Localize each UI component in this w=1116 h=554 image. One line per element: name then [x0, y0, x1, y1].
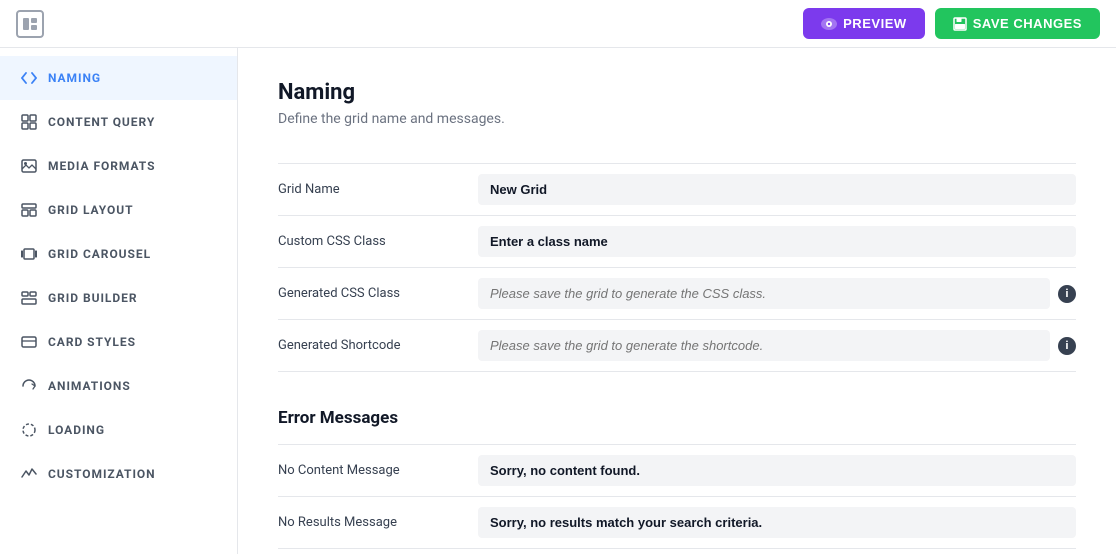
eye-icon	[821, 18, 837, 30]
main-content: Naming Define the grid name and messages…	[238, 48, 1116, 554]
sidebar-toggle-icon[interactable]	[16, 10, 44, 38]
sidebar-item-animations[interactable]: ANIMATIONS	[0, 364, 237, 408]
topbar-left	[16, 10, 44, 38]
sidebar: NAMING CONTENT QUERY MEDI	[0, 48, 238, 554]
form-label: No Results Message	[278, 515, 478, 530]
form-field	[478, 226, 1076, 257]
form-label: Generated CSS Class	[278, 286, 478, 301]
code-icon	[20, 69, 38, 87]
page-title: Naming	[278, 80, 1076, 105]
form-row: Generated Shortcode i	[278, 320, 1076, 372]
sidebar-item-label: CARD STYLES	[48, 335, 136, 349]
sidebar-item-label: CONTENT QUERY	[48, 115, 155, 129]
sidebar-item-grid-carousel[interactable]: GRID CAROUSEL	[0, 232, 237, 276]
form-label: Custom CSS Class	[278, 234, 478, 249]
form-label: No Content Message	[278, 463, 478, 478]
form-input[interactable]	[478, 507, 1076, 538]
form-field	[478, 507, 1076, 538]
error-form-row: No Results Message	[278, 497, 1076, 549]
form-field	[478, 455, 1076, 486]
sidebar-item-grid-builder[interactable]: GRID BUILDER	[0, 276, 237, 320]
form-field	[478, 174, 1076, 205]
sidebar-item-label: ANIMATIONS	[48, 379, 131, 393]
sidebar-item-label: CUSTOMIZATION	[48, 467, 156, 481]
card-icon	[20, 333, 38, 351]
naming-form-section: Grid Name Custom CSS Class Generated CSS C…	[278, 163, 1076, 372]
form-label: Grid Name	[278, 182, 478, 197]
sidebar-item-label: GRID LAYOUT	[48, 203, 134, 217]
sidebar-item-naming[interactable]: NAMING	[0, 56, 237, 100]
layout: NAMING CONTENT QUERY MEDI	[0, 48, 1116, 554]
form-input[interactable]	[478, 455, 1076, 486]
grid-small-icon	[20, 113, 38, 131]
page-subtitle: Define the grid name and messages.	[278, 111, 1076, 127]
custom-icon	[20, 465, 38, 483]
form-row: Grid Name	[278, 163, 1076, 216]
info-icon[interactable]: i	[1058, 285, 1076, 303]
form-input[interactable]	[478, 330, 1050, 361]
sidebar-item-content-query[interactable]: CONTENT QUERY	[0, 100, 237, 144]
sidebar-item-grid-layout[interactable]: GRID LAYOUT	[0, 188, 237, 232]
builder-icon	[20, 289, 38, 307]
sidebar-item-card-styles[interactable]: CARD STYLES	[0, 320, 237, 364]
form-row: Custom CSS Class	[278, 216, 1076, 268]
info-icon[interactable]: i	[1058, 337, 1076, 355]
form-row: Generated CSS Class i	[278, 268, 1076, 320]
sidebar-item-loading[interactable]: LOADING	[0, 408, 237, 452]
form-input[interactable]	[478, 226, 1076, 257]
sidebar-item-label: MEDIA FORMATS	[48, 159, 155, 173]
loading-icon	[20, 421, 38, 439]
sidebar-item-label: LOADING	[48, 423, 105, 437]
error-section-title: Error Messages	[278, 408, 1076, 428]
topbar-actions: PREVIEW SAVE CHANGES	[803, 8, 1100, 39]
layout-icon	[20, 201, 38, 219]
preview-button[interactable]: PREVIEW	[803, 8, 925, 39]
save-icon	[953, 17, 967, 31]
form-field: i	[478, 330, 1076, 361]
save-button[interactable]: SAVE CHANGES	[935, 8, 1100, 39]
error-form-row: No Content Message	[278, 444, 1076, 497]
form-field: i	[478, 278, 1076, 309]
form-input[interactable]	[478, 174, 1076, 205]
image-icon	[20, 157, 38, 175]
sidebar-item-label: NAMING	[48, 71, 101, 85]
sidebar-item-media-formats[interactable]: MEDIA FORMATS	[0, 144, 237, 188]
sidebar-item-label: GRID BUILDER	[48, 291, 138, 305]
form-label: Generated Shortcode	[278, 338, 478, 353]
form-rows: Grid Name Custom CSS Class Generated CSS C…	[278, 163, 1076, 372]
animation-icon	[20, 377, 38, 395]
error-form-rows: No Content Message No Results Message	[278, 444, 1076, 549]
carousel-icon	[20, 245, 38, 263]
sidebar-item-customization[interactable]: CUSTOMIZATION	[0, 452, 237, 496]
sidebar-item-label: GRID CAROUSEL	[48, 247, 151, 261]
topbar: PREVIEW SAVE CHANGES	[0, 0, 1116, 48]
form-input[interactable]	[478, 278, 1050, 309]
error-messages-section: Error Messages No Content Message No Resu…	[278, 408, 1076, 549]
